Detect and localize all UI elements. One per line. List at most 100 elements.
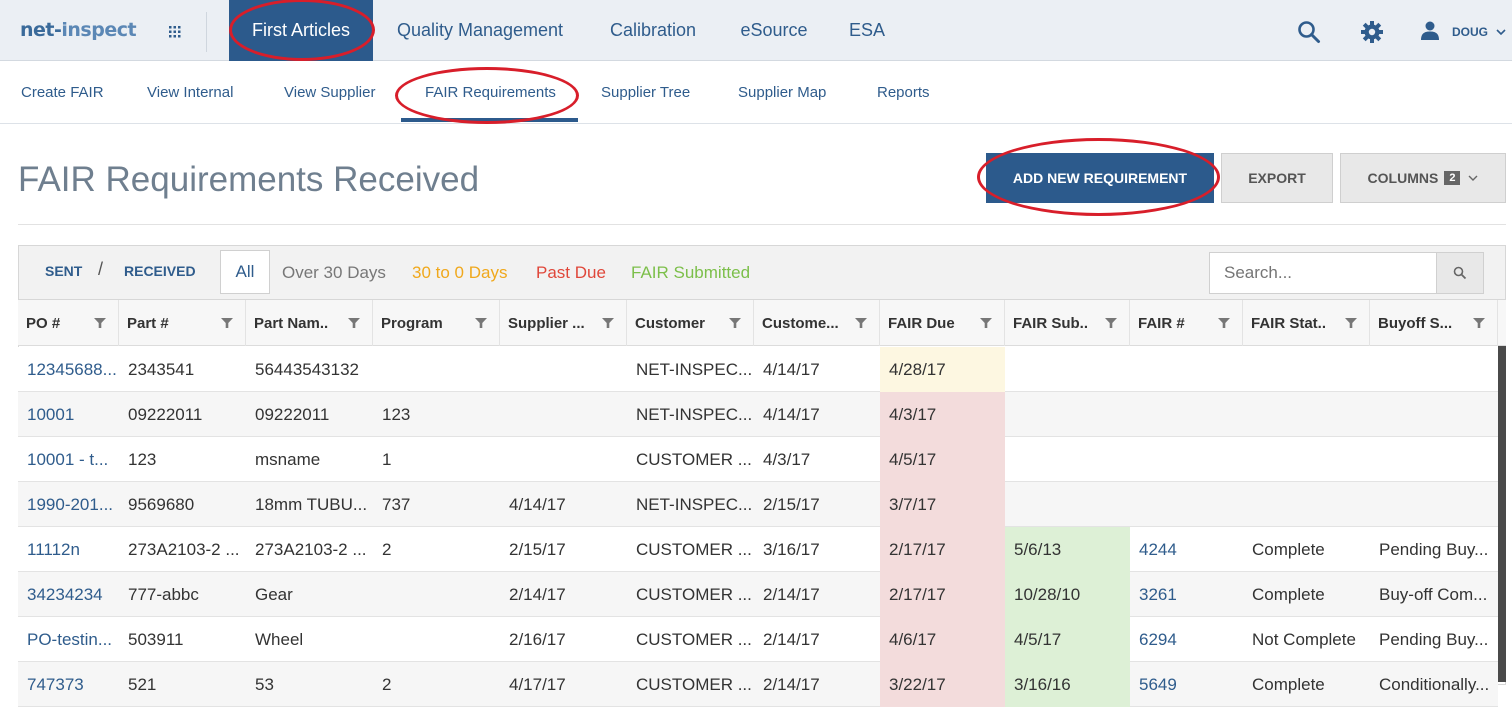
sub-nav-reports[interactable]: Reports <box>877 84 930 101</box>
filter-funnel-icon[interactable] <box>1473 318 1485 328</box>
table-cell[interactable]: 6294 <box>1130 617 1243 662</box>
top-nav-esa[interactable]: ESA <box>838 0 896 61</box>
filter-funnel-icon[interactable] <box>475 318 487 328</box>
table-cell: 09222011 <box>128 404 203 424</box>
search-icon[interactable] <box>1297 20 1321 44</box>
table-cell: 4/14/17 <box>763 359 820 379</box>
filter-over-30-days[interactable]: Over 30 Days <box>282 263 386 283</box>
top-nav-calibration[interactable]: Calibration <box>592 0 714 61</box>
table-cell[interactable]: 4244 <box>1130 527 1243 572</box>
sent-toggle[interactable]: SENT <box>45 263 82 279</box>
table-cell[interactable]: 12345688... <box>18 347 119 392</box>
table-cell: Not Complete <box>1252 629 1356 649</box>
column-header-label: PO # <box>26 314 61 332</box>
table-cell: 2/16/17 <box>509 629 566 649</box>
table-cell: CUSTOMER ... <box>636 584 752 604</box>
filter-funnel-icon[interactable] <box>1345 318 1357 328</box>
net-inspect-logo[interactable]: net-inspect <box>20 19 137 41</box>
table-cell: 5/6/13 <box>1005 527 1130 572</box>
table-scrollbar[interactable] <box>1498 346 1506 682</box>
filter-funnel-icon[interactable] <box>980 318 992 328</box>
table-cell: 737 <box>382 494 411 514</box>
table-cell[interactable]: 1990-201... <box>18 482 119 527</box>
user-name[interactable]: DOUG <box>1452 25 1488 39</box>
filter-funnel-icon[interactable] <box>855 318 867 328</box>
sub-nav-view-supplier[interactable]: View Supplier <box>284 84 375 101</box>
chevron-down-icon[interactable] <box>1496 28 1506 36</box>
table-cell[interactable]: 5649 <box>1130 662 1243 707</box>
table-cell <box>500 437 627 482</box>
table-cell: 18mm TUBU... <box>255 494 368 514</box>
search-submit-button[interactable] <box>1436 252 1484 294</box>
column-header-label: FAIR Sub.. <box>1013 314 1088 332</box>
top-nav-first-articles[interactable]: First Articles <box>229 0 373 61</box>
column-header[interactable]: Program <box>373 300 500 346</box>
gear-icon[interactable] <box>1360 20 1384 44</box>
export-button[interactable]: EXPORT <box>1221 153 1333 203</box>
sub-nav-supplier-map[interactable]: Supplier Map <box>738 84 826 101</box>
column-header[interactable]: Custome... <box>754 300 880 346</box>
table-cell: Pending Buy... <box>1379 539 1489 559</box>
filter-past-due[interactable]: Past Due <box>536 263 606 283</box>
column-header[interactable]: FAIR Stat.. <box>1243 300 1370 346</box>
table-cell: 777-abbc <box>128 584 199 604</box>
table-cell[interactable]: 10001 - t... <box>18 437 119 482</box>
received-toggle[interactable]: RECEIVED <box>124 263 196 279</box>
filter-fair-submitted[interactable]: FAIR Submitted <box>631 263 750 283</box>
filter-funnel-icon[interactable] <box>94 318 106 328</box>
add-new-requirement-button[interactable]: ADD NEW REQUIREMENT <box>986 153 1214 203</box>
column-header[interactable]: PO # <box>18 300 119 346</box>
filter-funnel-icon[interactable] <box>1218 318 1230 328</box>
top-nav-quality-management[interactable]: Quality Management <box>380 0 580 61</box>
table-cell: 273A2103-2 ... <box>128 539 240 559</box>
column-header[interactable]: Buyoff S... <box>1370 300 1498 346</box>
top-nav-esource[interactable]: eSource <box>726 0 822 61</box>
table-cell: 123 <box>382 404 411 424</box>
user-icon[interactable] <box>1421 21 1439 41</box>
column-header[interactable]: FAIR Sub.. <box>1005 300 1130 346</box>
column-header[interactable]: Supplier ... <box>500 300 627 346</box>
table-cell[interactable]: 11112n <box>18 527 119 572</box>
filter-all-button[interactable]: All <box>220 250 270 294</box>
table-cell <box>500 392 627 437</box>
table-cell: CUSTOMER ... <box>636 449 752 469</box>
table-cell: Gear <box>255 584 293 604</box>
filter-30-to-0-days[interactable]: 30 to 0 Days <box>412 263 507 283</box>
table-cell[interactable] <box>1130 347 1243 392</box>
columns-button[interactable]: COLUMNS 2 <box>1340 153 1506 203</box>
table-cell[interactable] <box>1130 437 1243 482</box>
column-header[interactable]: Customer <box>627 300 754 346</box>
table-cell: NET-INSPEC... <box>636 494 753 514</box>
column-header[interactable]: FAIR # <box>1130 300 1243 346</box>
table-cell[interactable]: PO-testin... <box>18 617 119 662</box>
table-cell[interactable] <box>1130 482 1243 527</box>
table-cell[interactable]: 34234234 <box>18 572 119 617</box>
table-cell: 4/3/17 <box>763 449 811 469</box>
table-cell[interactable]: 3261 <box>1130 572 1243 617</box>
filter-funnel-icon[interactable] <box>348 318 360 328</box>
table-cell: 2 <box>382 539 392 559</box>
table-cell: Wheel <box>255 629 304 649</box>
filter-funnel-icon[interactable] <box>602 318 614 328</box>
sub-nav-create-fair[interactable]: Create FAIR <box>21 84 104 101</box>
sub-nav-fair-requirements[interactable]: FAIR Requirements <box>425 84 556 101</box>
table-cell[interactable]: 10001 <box>18 392 119 437</box>
filter-funnel-icon[interactable] <box>1105 318 1117 328</box>
column-header[interactable]: FAIR Due <box>880 300 1005 346</box>
sub-nav-supplier-tree[interactable]: Supplier Tree <box>601 84 690 101</box>
table-cell[interactable]: 747373 <box>18 662 119 707</box>
table-cell: 2/14/17 <box>763 674 820 694</box>
filter-funnel-icon[interactable] <box>221 318 233 328</box>
column-header[interactable]: Part # <box>119 300 246 346</box>
page-title: FAIR Requirements Received <box>18 160 480 199</box>
table-cell: 53 <box>255 674 274 694</box>
table-cell: 4/6/17 <box>880 617 1005 662</box>
filter-funnel-icon[interactable] <box>729 318 741 328</box>
apps-grid-icon[interactable] <box>169 26 181 38</box>
table-cell <box>1243 437 1370 482</box>
column-header-label: FAIR Stat.. <box>1251 314 1327 332</box>
table-cell[interactable] <box>1130 392 1243 437</box>
column-header[interactable]: Part Nam.. <box>246 300 373 346</box>
search-input[interactable] <box>1209 252 1436 294</box>
sub-nav-view-internal[interactable]: View Internal <box>147 84 233 101</box>
